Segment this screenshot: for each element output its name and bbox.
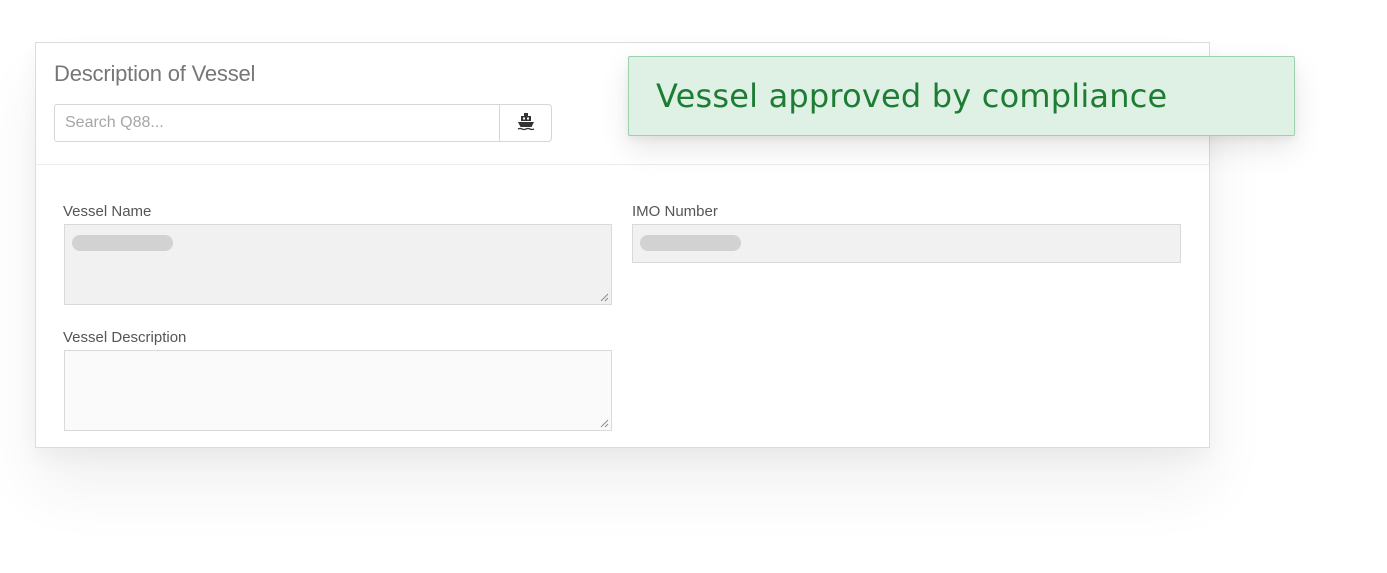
imo-number-label: IMO Number [632,203,718,220]
redacted-vessel-name [72,235,173,251]
vessel-name-label: Vessel Name [63,203,152,220]
compliance-success-toast: Vessel approved by compliance [628,56,1295,136]
redacted-imo-number [640,235,741,251]
q88-search-input[interactable] [54,104,500,142]
vessel-description-textarea[interactable] [64,350,612,431]
resize-grip-icon[interactable] [599,292,609,302]
vessel-description-label: Vessel Description [63,329,187,346]
vessel-name-textarea[interactable] [64,224,612,305]
resize-grip-icon[interactable] [599,418,609,428]
panel-title: Description of Vessel [54,61,256,86]
ship-icon [516,111,536,136]
imo-number-input[interactable] [632,224,1181,263]
q88-search-button[interactable] [499,104,552,142]
toast-message: Vessel approved by compliance [656,77,1168,115]
q88-search-group [54,104,552,142]
page: Description of Vessel Search Q88... Vess… [0,0,1387,573]
